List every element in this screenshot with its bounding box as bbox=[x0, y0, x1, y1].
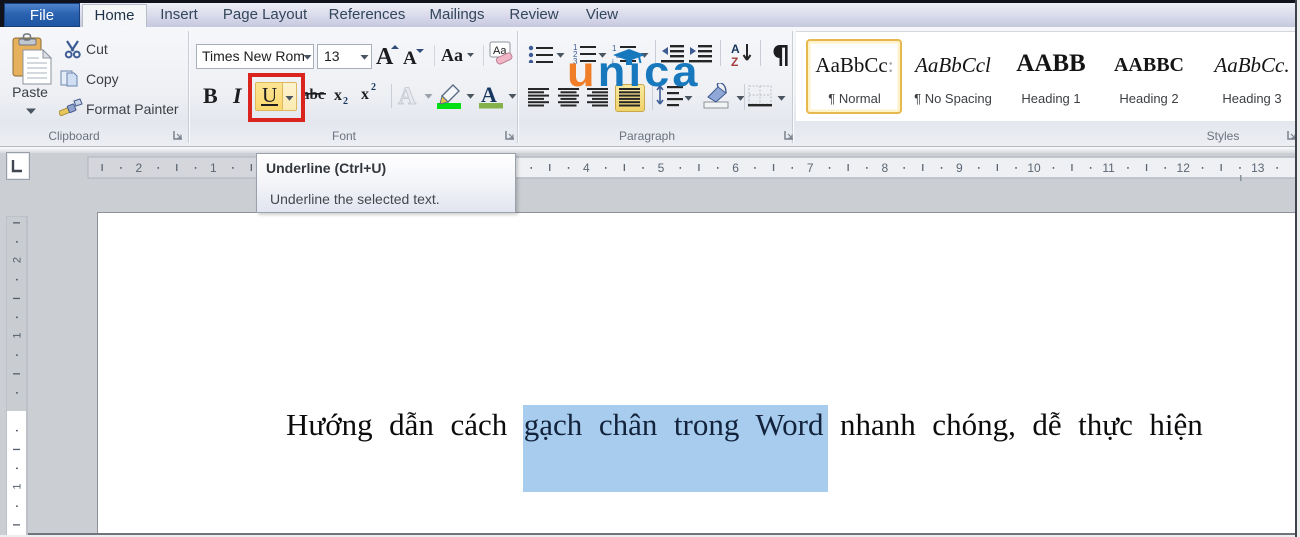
svg-text:x: x bbox=[334, 87, 342, 104]
svg-text:7: 7 bbox=[807, 161, 814, 175]
svg-text:1: 1 bbox=[210, 161, 217, 175]
svg-text:1: 1 bbox=[12, 332, 24, 338]
svg-text:9: 9 bbox=[956, 161, 963, 175]
svg-text:2: 2 bbox=[371, 82, 376, 93]
svg-text:4: 4 bbox=[583, 161, 590, 175]
svg-text:5: 5 bbox=[658, 161, 665, 175]
svg-text:2: 2 bbox=[135, 161, 142, 175]
svg-text:A: A bbox=[398, 83, 416, 106]
svg-text:Aa: Aa bbox=[441, 46, 463, 64]
svg-text:2: 2 bbox=[12, 257, 24, 263]
svg-text:A: A bbox=[403, 48, 417, 66]
svg-text:x: x bbox=[361, 86, 369, 100]
svg-text:11: 11 bbox=[1102, 161, 1115, 175]
svg-text:A: A bbox=[376, 44, 394, 66]
svg-text:8: 8 bbox=[881, 161, 888, 175]
svg-text:2: 2 bbox=[343, 96, 348, 104]
svg-text:13: 13 bbox=[1251, 161, 1265, 175]
svg-text:A: A bbox=[731, 42, 740, 56]
svg-text:1: 1 bbox=[12, 483, 24, 489]
svg-text:Z: Z bbox=[731, 55, 738, 68]
svg-text:6: 6 bbox=[732, 161, 739, 175]
svg-text:12: 12 bbox=[1177, 161, 1191, 175]
svg-text:10: 10 bbox=[1027, 161, 1041, 175]
